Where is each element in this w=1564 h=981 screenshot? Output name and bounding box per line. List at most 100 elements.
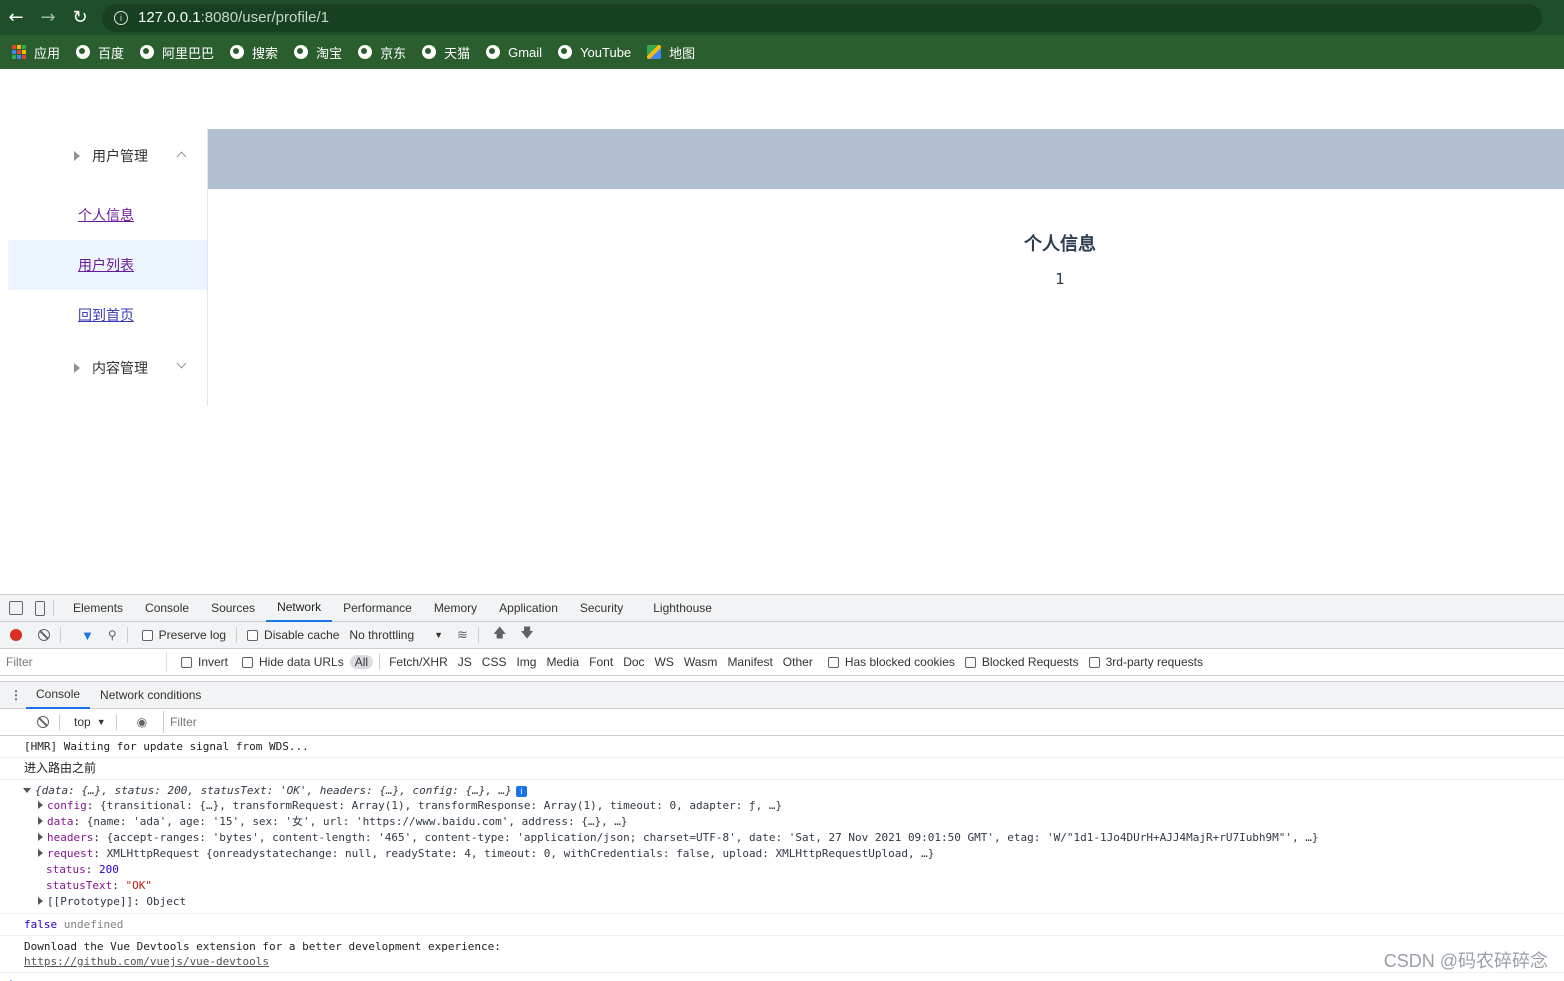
live-expression-eye-icon[interactable]: ◉ <box>137 715 147 729</box>
divider <box>236 627 238 643</box>
expand-caret-icon[interactable] <box>38 801 43 809</box>
filter-type-ws[interactable]: WS <box>650 655 679 669</box>
expand-caret-icon[interactable] <box>38 897 43 905</box>
object-summary-row[interactable]: {data: {…}, status: 200, statusText: 'OK… <box>23 783 1564 798</box>
submenu-content-management[interactable]: 内容管理 <box>8 340 207 396</box>
user-list-link[interactable]: 用户列表 <box>78 255 134 275</box>
object-property[interactable]: headers: {accept-ranges: 'bytes', conten… <box>24 830 1564 846</box>
drawer-tab-console[interactable]: Console <box>26 682 91 709</box>
filter-type-img[interactable]: Img <box>511 655 541 669</box>
filter-type-css[interactable]: CSS <box>477 655 512 669</box>
console-prompt[interactable]: › <box>0 973 1564 981</box>
more-vertical-icon[interactable]: ⋮ <box>6 688 26 702</box>
filter-type-wasm[interactable]: Wasm <box>679 655 723 669</box>
filter-type-fetch-xhr[interactable]: Fetch/XHR <box>384 655 453 669</box>
menu-item-profile[interactable]: 个人信息 <box>8 190 207 240</box>
search-icon[interactable]: ⚲ <box>108 628 117 642</box>
filter-type-doc[interactable]: Doc <box>618 655 649 669</box>
invert-checkbox[interactable]: Invert <box>181 655 228 669</box>
back-arrow-icon[interactable]: ← <box>0 0 32 35</box>
bookmark-gmail[interactable]: Gmail <box>486 45 542 60</box>
clear-icon[interactable] <box>38 629 50 641</box>
drawer-tab-network-conditions[interactable]: Network conditions <box>90 682 211 709</box>
filter-type-all[interactable]: All <box>349 655 374 669</box>
has-blocked-cookies-checkbox[interactable]: Has blocked cookies <box>827 655 955 669</box>
filter-type-manifest[interactable]: Manifest <box>722 655 777 669</box>
bookmark-apps[interactable]: 应用 <box>12 43 60 62</box>
bookmark-youtube[interactable]: YouTube <box>558 45 631 60</box>
tab-lighthouse[interactable]: Lighthouse <box>642 595 723 622</box>
preserve-log-checkbox[interactable]: Preserve log <box>141 628 226 642</box>
bookmark-search[interactable]: 搜索 <box>230 43 278 62</box>
console-object-message[interactable]: {data: {…}, status: 200, statusText: 'OK… <box>0 780 1564 914</box>
object-property[interactable]: config: {transitional: {…}, transformReq… <box>24 798 1564 814</box>
bookmark-taobao[interactable]: 淘宝 <box>294 43 342 62</box>
object-property[interactable]: request: XMLHttpRequest {onreadystatecha… <box>24 846 1564 862</box>
filter-type-other[interactable]: Other <box>778 655 818 669</box>
tab-console[interactable]: Console <box>134 595 200 622</box>
device-toolbar-icon[interactable] <box>35 600 45 616</box>
profile-link[interactable]: 个人信息 <box>78 205 134 225</box>
console-message: Download the Vue Devtools extension for … <box>0 936 1564 973</box>
menu-item-home[interactable]: 回到首页 <box>8 290 207 340</box>
checkbox-box[interactable] <box>141 629 153 641</box>
context-select[interactable]: top ▼ <box>74 715 106 729</box>
sidebar-toggle-icon[interactable] <box>8 716 23 729</box>
filter-type-font[interactable]: Font <box>584 655 618 669</box>
clear-console-icon[interactable] <box>37 716 49 728</box>
filter-type-media[interactable]: Media <box>541 655 584 669</box>
tab-security[interactable]: Security <box>569 595 634 622</box>
record-icon[interactable] <box>10 629 22 641</box>
hide-data-urls-checkbox[interactable]: Hide data URLs <box>242 655 344 669</box>
url-host: 127.0.0.1 <box>138 9 201 26</box>
export-har-icon[interactable]: 🡇 <box>520 624 533 646</box>
menu-item-user-list[interactable]: 用户列表 <box>8 240 207 290</box>
bookmark-alibaba[interactable]: 阿里巴巴 <box>140 43 214 62</box>
throttling-select[interactable]: No throttling ▼ <box>349 628 443 642</box>
checkbox-box[interactable] <box>827 656 839 668</box>
checkbox-box[interactable] <box>964 656 976 668</box>
blocked-requests-checkbox[interactable]: Blocked Requests <box>964 655 1079 669</box>
site-info-icon[interactable]: i <box>114 10 128 25</box>
checkbox-box[interactable] <box>181 656 192 668</box>
expand-caret-icon[interactable] <box>23 788 31 793</box>
bookmark-maps[interactable]: 地图 <box>647 43 695 62</box>
object-property[interactable]: [[Prototype]]: Object <box>24 894 1564 910</box>
checkbox-box[interactable] <box>247 629 259 641</box>
vue-devtools-link[interactable]: https://github.com/vuejs/vue-devtools <box>24 955 269 968</box>
tab-performance[interactable]: Performance <box>332 595 423 622</box>
filter-funnel-icon[interactable]: ▼ <box>81 628 94 643</box>
inspect-element-icon[interactable] <box>9 601 23 615</box>
tab-sources[interactable]: Sources <box>200 595 266 622</box>
bookmarks-bar: 应用 百度 阿里巴巴 搜索 淘宝 京东 天猫 Gmail YouTube 地图 <box>0 35 1564 69</box>
checkbox-box[interactable] <box>242 656 254 668</box>
reload-icon[interactable]: ↻ <box>64 0 96 35</box>
submenu-user-management[interactable]: 用户管理 <box>8 128 207 184</box>
globe-icon <box>558 45 573 59</box>
home-link[interactable]: 回到首页 <box>78 305 134 325</box>
bookmark-baidu[interactable]: 百度 <box>76 43 124 62</box>
expand-caret-icon[interactable] <box>38 849 43 857</box>
console-filter-input[interactable]: Filter <box>163 711 1564 733</box>
network-conditions-icon[interactable]: ≋ <box>457 627 468 643</box>
tab-network[interactable]: Network <box>266 595 333 622</box>
filter-type-js[interactable]: JS <box>453 655 477 669</box>
forward-arrow-icon[interactable]: → <box>32 0 64 35</box>
url-field[interactable]: i 127.0.0.1:8080/user/profile/1 <box>102 3 1542 32</box>
bookmark-label: 地图 <box>669 45 696 61</box>
bookmark-tmall[interactable]: 天猫 <box>422 43 470 62</box>
network-filter-input[interactable]: Filter <box>2 652 167 672</box>
checkbox-box[interactable] <box>1088 656 1100 668</box>
expand-caret-icon[interactable] <box>38 833 43 841</box>
disable-cache-checkbox[interactable]: Disable cache <box>247 628 339 642</box>
tab-application[interactable]: Application <box>488 595 569 622</box>
object-property[interactable]: data: {name: 'ada', age: '15', sex: '女',… <box>24 814 1564 830</box>
expand-caret-icon[interactable] <box>38 817 43 825</box>
tab-elements[interactable]: Elements <box>62 595 134 622</box>
undefined-value: undefined <box>63 918 124 931</box>
tab-memory[interactable]: Memory <box>423 595 488 622</box>
import-har-icon[interactable]: 🡅 <box>493 624 506 646</box>
bookmark-jd[interactable]: 京东 <box>358 43 406 62</box>
third-party-checkbox[interactable]: 3rd-party requests <box>1088 655 1203 669</box>
info-icon[interactable]: i <box>515 786 527 797</box>
